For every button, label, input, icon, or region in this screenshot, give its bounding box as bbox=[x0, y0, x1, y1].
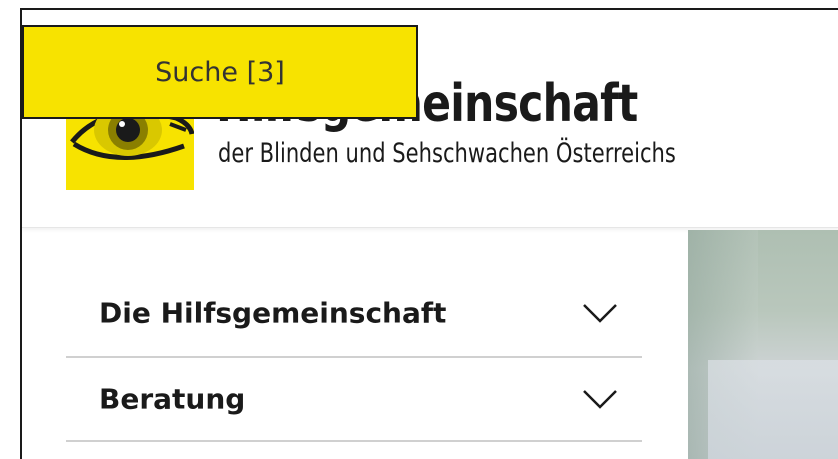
browser-viewport: Hilfsgemeinschaft der Blinden und Sehsch… bbox=[20, 8, 838, 459]
hero-image bbox=[688, 230, 838, 459]
nav-item-label: Beratung bbox=[99, 382, 246, 416]
chevron-down-icon[interactable] bbox=[582, 388, 618, 410]
site-header: Hilfsgemeinschaft der Blinden und Sehsch… bbox=[22, 10, 838, 228]
main-navigation: Die Hilfsgemeinschaft Beratung bbox=[66, 270, 642, 442]
nav-item-label: Die Hilfsgemeinschaft bbox=[99, 296, 447, 330]
chevron-down-icon[interactable] bbox=[582, 302, 618, 324]
search-button[interactable]: Suche [3] bbox=[22, 25, 418, 119]
logo-subtitle: der Blinden und Sehschwachen Österreichs bbox=[218, 138, 676, 169]
nav-item-hilfsgemeinschaft[interactable]: Die Hilfsgemeinschaft bbox=[66, 270, 642, 358]
nav-item-beratung[interactable]: Beratung bbox=[66, 358, 642, 442]
